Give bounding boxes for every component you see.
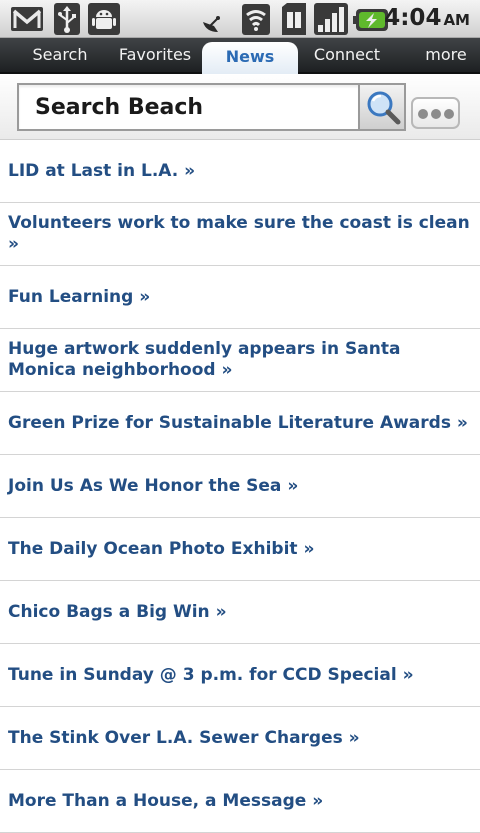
more-options-button[interactable] — [411, 97, 460, 129]
list-item[interactable]: The Daily Ocean Photo Exhibit » — [0, 518, 480, 581]
news-link[interactable]: Huge artwork suddenly appears in Santa M… — [8, 339, 470, 381]
news-link[interactable]: Chico Bags a Big Win » — [8, 602, 227, 623]
satellite-icon — [203, 16, 220, 32]
tab-news[interactable]: News — [202, 42, 298, 74]
magnifier-icon — [367, 91, 401, 125]
list-item[interactable]: Chico Bags a Big Win » — [0, 581, 480, 644]
news-link[interactable]: Tune in Sunday @ 3 p.m. for CCD Special … — [8, 665, 414, 686]
sim-icon — [282, 3, 306, 35]
news-link[interactable]: Join Us As We Honor the Sea » — [8, 476, 298, 497]
tab-connect[interactable]: Connect — [302, 38, 392, 72]
news-link[interactable]: More Than a House, a Message » — [8, 791, 323, 812]
list-item[interactable]: Volunteers work to make sure the coast i… — [0, 203, 480, 266]
news-link[interactable]: Volunteers work to make sure the coast i… — [8, 213, 470, 255]
usb-icon — [54, 3, 80, 35]
tab-more[interactable]: more — [412, 38, 480, 72]
list-item[interactable]: Fun Learning » — [0, 266, 480, 329]
tab-favorites[interactable]: Favorites — [110, 38, 200, 72]
list-item[interactable]: The Stink Over L.A. Sewer Charges » — [0, 707, 480, 770]
news-list: LID at Last in L.A. » Volunteers work to… — [0, 140, 480, 833]
signal-icon — [314, 3, 348, 35]
news-link[interactable]: The Stink Over L.A. Sewer Charges » — [8, 728, 360, 749]
tab-bar: Search Favorites News Connect more — [0, 38, 480, 74]
status-bar: 4:04 AM — [0, 0, 480, 38]
list-item[interactable]: More Than a House, a Message » — [0, 770, 480, 833]
news-link[interactable]: The Daily Ocean Photo Exhibit » — [8, 539, 314, 560]
clock-ampm: AM — [443, 11, 470, 29]
gmail-icon — [11, 7, 43, 31]
news-link[interactable]: Green Prize for Sustainable Literature A… — [8, 413, 468, 434]
tab-search[interactable]: Search — [16, 38, 104, 72]
list-item[interactable]: Green Prize for Sustainable Literature A… — [0, 392, 480, 455]
news-link[interactable]: Fun Learning » — [8, 287, 150, 308]
wifi-icon — [242, 4, 270, 35]
clock-time: 4:04 — [384, 5, 442, 31]
clock: 4:04 AM — [384, 5, 470, 31]
search-button[interactable] — [358, 83, 406, 131]
android-debug-icon — [88, 3, 120, 35]
search-input[interactable] — [17, 83, 359, 131]
list-item[interactable]: Huge artwork suddenly appears in Santa M… — [0, 329, 480, 392]
list-item[interactable]: LID at Last in L.A. » — [0, 140, 480, 203]
search-bar — [0, 74, 480, 140]
list-item[interactable]: Tune in Sunday @ 3 p.m. for CCD Special … — [0, 644, 480, 707]
list-item[interactable]: Join Us As We Honor the Sea » — [0, 455, 480, 518]
news-link[interactable]: LID at Last in L.A. » — [8, 161, 195, 182]
